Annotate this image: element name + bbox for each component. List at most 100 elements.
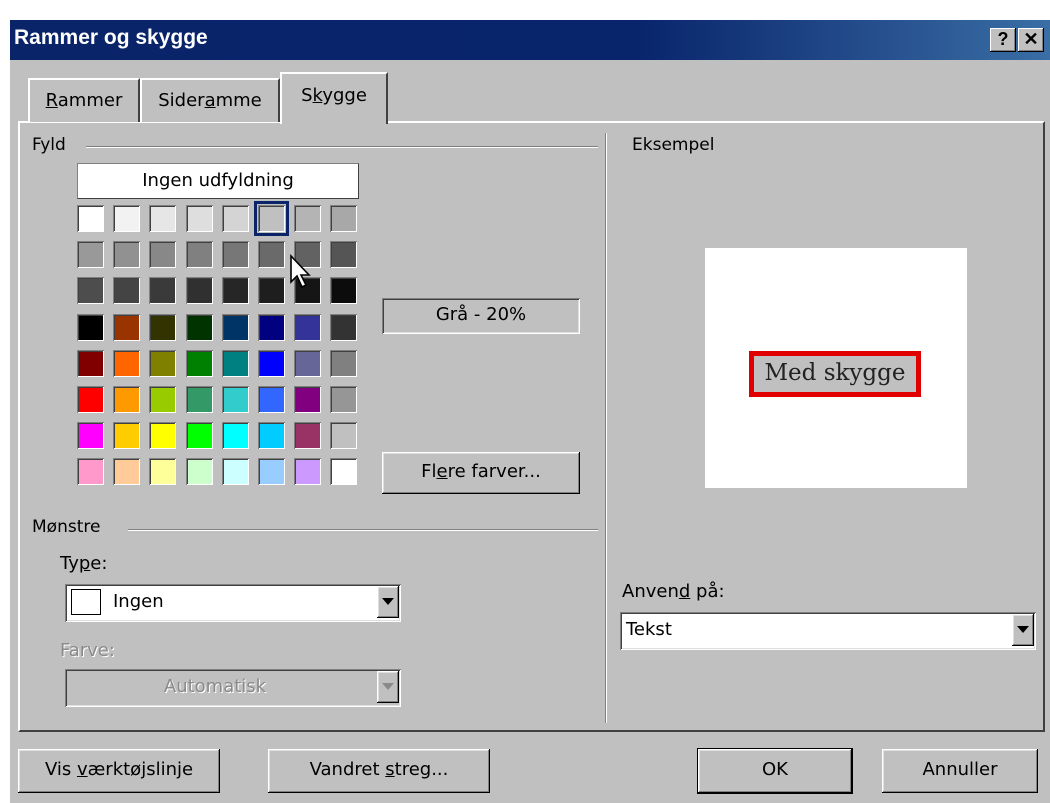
ok-button[interactable]: OK — [697, 748, 853, 794]
show-toolbar-accel: v — [76, 759, 88, 780]
pattern-type-dropdown-button[interactable] — [377, 586, 399, 618]
color-swatch[interactable] — [258, 350, 285, 377]
apply-to-value: Tekst — [626, 619, 672, 640]
color-swatch[interactable] — [258, 458, 285, 485]
color-swatch[interactable] — [330, 458, 357, 485]
color-swatch[interactable] — [186, 386, 213, 413]
color-swatch[interactable] — [77, 241, 104, 268]
title-bar[interactable]: Rammer og skygge ? ✕ — [10, 20, 1050, 60]
color-swatch[interactable] — [186, 422, 213, 449]
color-swatch[interactable] — [330, 314, 357, 341]
color-swatch[interactable] — [113, 314, 140, 341]
chevron-down-icon — [382, 683, 394, 690]
tab-shading-label-b: ygge — [322, 85, 367, 106]
color-swatch[interactable] — [113, 422, 140, 449]
color-swatch[interactable] — [186, 205, 213, 232]
panel-divider — [605, 133, 607, 723]
show-toolbar-label-b: ærktøjslinje — [87, 759, 194, 780]
color-swatch[interactable] — [149, 350, 176, 377]
color-swatch[interactable] — [149, 458, 176, 485]
color-swatch[interactable] — [113, 241, 140, 268]
pattern-type-value: Ingen — [113, 591, 164, 612]
color-swatch[interactable] — [294, 205, 321, 232]
more-colors-button[interactable]: Flere farver... — [382, 452, 580, 494]
color-swatch[interactable] — [222, 350, 249, 377]
color-swatch[interactable] — [254, 201, 289, 236]
horizontal-line-label-a: Vandret — [309, 759, 386, 780]
color-swatch[interactable] — [186, 458, 213, 485]
color-swatch[interactable] — [258, 386, 285, 413]
color-swatch[interactable] — [258, 314, 285, 341]
color-swatch[interactable] — [258, 277, 285, 304]
color-swatch[interactable] — [294, 350, 321, 377]
color-swatch[interactable] — [77, 314, 104, 341]
color-swatch[interactable] — [294, 386, 321, 413]
color-swatch[interactable] — [77, 350, 104, 377]
color-swatch[interactable] — [113, 205, 140, 232]
show-toolbar-button[interactable]: Vis værktøjslinje — [18, 749, 220, 793]
color-swatch[interactable] — [330, 277, 357, 304]
dialog-title: Rammer og skygge — [14, 26, 208, 49]
color-swatch[interactable] — [77, 422, 104, 449]
tab-borders-accel: R — [45, 90, 58, 111]
horizontal-line-button[interactable]: Vandret streg... — [268, 749, 490, 793]
color-swatch[interactable] — [77, 386, 104, 413]
help-button[interactable]: ? — [990, 28, 1016, 52]
pattern-type-label: Type: — [60, 553, 107, 574]
color-swatch[interactable] — [149, 205, 176, 232]
color-swatch[interactable] — [186, 277, 213, 304]
pattern-type-label-b: e: — [90, 553, 108, 574]
color-swatch[interactable] — [222, 241, 249, 268]
tab-shading[interactable]: Skygge — [280, 72, 388, 124]
color-swatch[interactable] — [113, 458, 140, 485]
apply-to-label: Anvend på: — [622, 581, 725, 602]
no-fill-button[interactable]: Ingen udfyldning — [77, 163, 359, 199]
close-button[interactable]: ✕ — [1018, 28, 1044, 52]
color-swatch[interactable] — [330, 205, 357, 232]
apply-to-dropdown-button[interactable] — [1012, 614, 1034, 646]
color-swatch[interactable] — [330, 386, 357, 413]
color-swatch[interactable] — [330, 241, 357, 268]
color-swatch[interactable] — [77, 277, 104, 304]
color-swatch[interactable] — [113, 386, 140, 413]
color-swatch[interactable] — [222, 422, 249, 449]
pattern-type-select[interactable]: Ingen — [65, 584, 401, 622]
apply-to-select[interactable]: Tekst — [620, 612, 1036, 650]
color-swatch[interactable] — [294, 314, 321, 341]
borders-shading-dialog: Rammer og skygge ? ✕ Fyld Ingen udfyldni… — [10, 20, 1050, 803]
patterns-group-divider — [128, 529, 598, 531]
color-swatch[interactable] — [222, 205, 249, 232]
tab-page-border[interactable]: Sideramme — [140, 78, 280, 122]
color-swatch[interactable] — [149, 386, 176, 413]
color-swatch[interactable] — [258, 422, 285, 449]
mouse-cursor-icon — [290, 254, 311, 289]
color-swatch[interactable] — [113, 277, 140, 304]
color-swatch[interactable] — [77, 458, 104, 485]
fill-group-label: Fyld — [32, 135, 72, 155]
tab-borders[interactable]: Rammer — [28, 78, 140, 122]
color-swatch[interactable] — [186, 314, 213, 341]
pattern-color-value: Automatisk — [163, 676, 267, 697]
color-swatch[interactable] — [330, 350, 357, 377]
pattern-color-label: Farve: — [60, 640, 115, 661]
color-swatch[interactable] — [149, 422, 176, 449]
color-swatch[interactable] — [113, 350, 140, 377]
color-swatch[interactable] — [77, 205, 104, 232]
color-swatch[interactable] — [149, 241, 176, 268]
cancel-button[interactable]: Annuller — [882, 749, 1038, 793]
color-swatch[interactable] — [186, 241, 213, 268]
color-swatch[interactable] — [222, 458, 249, 485]
color-swatch[interactable] — [222, 314, 249, 341]
patterns-group-label: Mønstre — [32, 517, 107, 537]
color-swatch[interactable] — [294, 458, 321, 485]
help-icon: ? — [997, 29, 1009, 49]
color-swatch[interactable] — [186, 350, 213, 377]
color-swatch[interactable] — [222, 277, 249, 304]
color-swatch[interactable] — [149, 277, 176, 304]
color-swatch[interactable] — [258, 241, 285, 268]
color-swatch[interactable] — [330, 422, 357, 449]
color-swatch[interactable] — [149, 314, 176, 341]
color-swatch[interactable] — [222, 386, 249, 413]
apply-to-label-b: på: — [690, 581, 725, 602]
color-swatch[interactable] — [294, 422, 321, 449]
